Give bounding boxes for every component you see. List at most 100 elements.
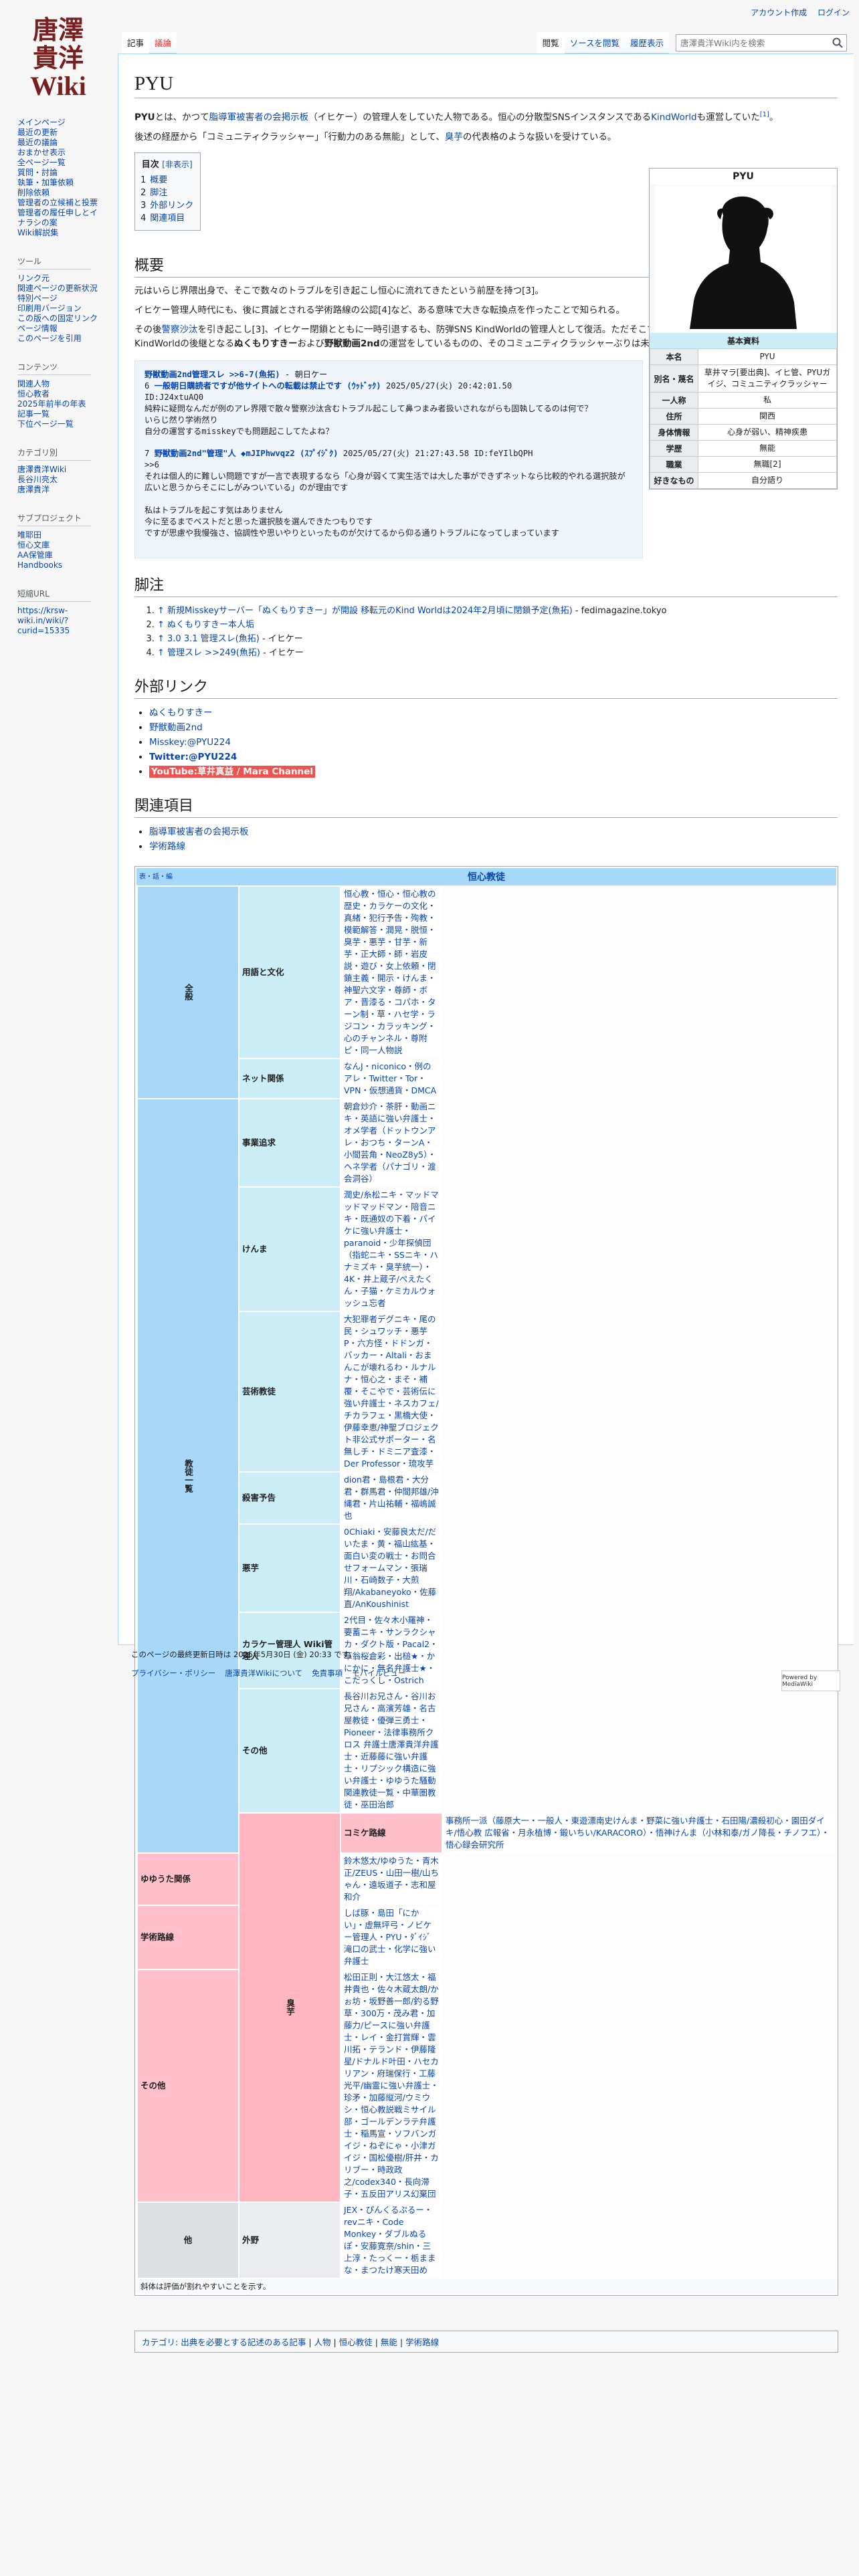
toc-item[interactable]: 4 関連項目 [140,212,193,225]
external-link[interactable]: YouTube:草井真益 / Mara Channel [149,765,315,778]
sidebar-link[interactable]: ナラシの案 [17,218,58,227]
sidebar-link[interactable]: この版への固定リンク [17,314,98,323]
navbox-list[interactable]: 大犯罪者デグニキ・尾の民・シュワッチ・悪芋P・六方怪・ドドンガ・バッカー・Alt… [341,1311,442,1471]
footer-link[interactable]: 唐澤貴洋Wikiについて [225,1669,302,1678]
footer-link[interactable]: モバイルビュー [352,1669,406,1678]
categories-label[interactable]: カテゴリ [142,2337,175,2347]
toc-link[interactable]: 外部リンク [150,201,193,211]
search-input[interactable] [676,35,824,51]
tab-history[interactable]: 履歴表示 [624,32,669,53]
ref-backlink[interactable]: ↑ 3.0 3.1 [157,634,198,644]
sidebar-link[interactable]: このページを引用 [17,334,82,343]
footer-link[interactable]: プライバシー・ポリシー [131,1669,215,1678]
toc-link[interactable]: 脚注 [150,188,167,198]
sidebar-link[interactable]: Handbooks [17,560,62,570]
ref-backlink[interactable]: ↑ [157,620,165,630]
site-logo[interactable]: 唐澤 貴洋 Wiki [19,13,98,101]
login-link[interactable]: ログイン [818,8,850,17]
sidebar-link[interactable]: 唐澤貴洋Wiki [17,465,66,474]
navbox-list[interactable]: 事務所一派（藤原大一・一般人・東遊漂南史けんま・野菜に強い弁護士・石田陽/濃殺初… [443,1813,835,1852]
navbox-list[interactable]: しば豚・島田「にかい」・虚無坪弓・ノビケー管理人・PYU・ﾀﾞｲｼﾞ滝口の武士・… [341,1905,442,1969]
sidebar-link[interactable]: 関連ページの更新状況 [17,284,98,293]
toc-link[interactable]: 概要 [150,175,167,185]
external-link[interactable]: ぬくもりすきー [149,708,213,718]
sidebar-link[interactable]: curid=15335 [17,626,70,635]
footnote-ref[interactable]: [1] [760,111,769,118]
ref-backlink[interactable]: ↑ [157,606,165,616]
sidebar-link[interactable]: 長谷川亮太 [17,475,58,484]
navbox-list[interactable]: 長谷川お兄さん・谷川お兄さん・高濱芳雄・名古屋教徒・優弾三勇士・Pioneer・… [341,1689,442,1812]
ref-link[interactable]: 管理スレ >>249(魚拓) [167,648,260,658]
external-link[interactable]: 野獣動画2nd [149,722,203,733]
sidebar-link[interactable]: AA保管庫 [17,550,53,560]
toc-hide-toggle[interactable]: [非表示] [162,160,192,169]
sidebar-link[interactable]: 下位ページ一覧 [17,419,74,429]
category-link[interactable]: 人物 [314,2337,331,2347]
sidebar-link[interactable]: 関連人物 [17,379,50,389]
sidebar-link[interactable]: 管理者の立候補と投票 [17,198,98,207]
powered-by-mediawiki-badge[interactable]: Powered by MediaWiki [781,1671,840,1691]
sidebar-link[interactable]: 全ページ一覧 [17,158,66,167]
sidebar-link[interactable]: 記事一覧 [17,409,50,419]
category-link[interactable]: 学術路線 [405,2337,439,2347]
navbox-list[interactable]: 松田正則・大江悠太・福井貴也・佐々木蔵太朗/かぉ坊・坂野善一郎/釣る野草・300… [341,1969,442,2202]
sidebar-link[interactable]: ページ情報 [17,324,58,333]
navbox-list[interactable]: 鈴木悠太/ゆゆうた・青木正/ZEUS・山田一樹/山ちゃん・遠坂道子・志和屋和介 [341,1853,442,1905]
tab-view-source[interactable]: ソースを閲覧 [564,32,625,53]
navbox-list[interactable]: JEX・ぴんくるぷるー・revニキ・Code Monkey・ダブルぬるぽ・安藤寛… [341,2202,442,2278]
sidebar-link[interactable]: メインページ [17,118,66,127]
category-link[interactable]: 出典を必要とする記述のある記事 [181,2337,306,2347]
tab-talk[interactable]: 議論 [149,32,177,53]
sidebar-link[interactable]: 最近の議論 [17,138,58,147]
navbox-vde-links[interactable]: 表・話・編 [139,871,173,881]
toc-link[interactable]: 関連項目 [150,213,185,223]
toc-item[interactable]: 3 外部リンク [140,199,193,212]
ref-link[interactable]: 新規Misskeyサーバー「ぬくもりすきー」が開設 移転元のKind World… [167,606,573,616]
sidebar-link[interactable]: 管理者の履任申しとイ [17,208,98,217]
footer-link[interactable]: 免責事項 [312,1669,343,1678]
sidebar-link[interactable]: 執筆・加筆依頼 [17,178,74,187]
search-icon[interactable] [832,37,844,49]
external-link[interactable]: Misskey:@PYU224 [149,737,231,748]
overview-link-police[interactable]: 警察沙汰 [162,324,198,335]
create-account-link[interactable]: アカウント作成 [751,8,807,17]
sidebar-link[interactable]: おまかせ表示 [17,148,66,157]
sidebar-link[interactable]: Wiki解説集 [17,228,58,237]
tab-article[interactable]: 記事 [122,32,150,53]
toc-item[interactable]: 2 脚注 [140,187,193,199]
navbox-list[interactable]: 恒心教・恒心・恒心教の歴史・カラケーの文化・真緒・犯行予告・殉教・模範解答・潤晃… [341,886,442,1058]
intro-link-board[interactable]: 脂導軍被害者の会掲示板 [209,112,309,123]
sidebar-link[interactable]: 恒心教者 [17,389,50,399]
related-link[interactable]: 学術路線 [149,841,185,852]
tab-read[interactable]: 閲覧 [537,32,565,53]
navbox-list[interactable]: 潤史/糸松ニキ・マッドマッドマッドマン・陪音ニキ・既通奴の下着・パイケに強い弁護… [341,1187,442,1311]
navbox-list[interactable]: なんJ・niconico・例のアレ・Twitter・Tor・VPN・仮想通貨・D… [341,1059,442,1098]
ref-backlink[interactable]: ↑ [157,648,165,658]
navbox-title-label[interactable]: 恒心教徒 [468,872,505,883]
external-link[interactable]: Twitter:@PYU224 [149,752,237,762]
sidebar-link[interactable]: 2025年前半の年表 [17,399,86,409]
thread-title-link[interactable]: 野獣動画2nd管理スレ >>6-7(魚拓) [145,370,280,379]
navbox-list[interactable]: 0Chiaki・安藤良太だ/だいたま・黄・福山紘基・面白い変の戦士・お問合せフォ… [341,1524,442,1612]
category-link[interactable]: 無能 [381,2337,397,2347]
sidebar-link[interactable]: リンク元 [17,274,50,283]
sidebar-link[interactable]: 唐澤貴洋 [17,485,50,494]
ref-link[interactable]: ぬくもりすきー本人垢 [167,620,254,630]
toc-item[interactable]: 1 概要 [140,174,193,187]
sidebar-link[interactable]: 最近の更新 [17,128,58,137]
sidebar-link[interactable]: 印刷用バージョン [17,304,82,313]
sidebar-link[interactable]: 質問・討論 [17,168,58,177]
sidebar-link[interactable]: 唯耶田 [17,530,41,540]
category-link[interactable]: 恒心教徒 [339,2337,373,2347]
sidebar-link[interactable]: wiki.in/wiki/? [17,616,68,625]
ref-link[interactable]: 管理スレ(魚拓) [201,634,260,644]
intro-link-kindworld[interactable]: KindWorld [651,112,696,123]
sidebar-link[interactable]: https://krsw- [17,606,68,615]
navbox-list[interactable]: dion君・島根君・大分君・群馬君・仲間邦雄/沖縄君・片山祐輔・福嶋誠也 [341,1472,442,1523]
intro-link-kusaimo[interactable]: 臭芋 [445,132,463,142]
sidebar-link[interactable]: 削除依頼 [17,188,50,197]
navbox-list[interactable]: 朝倉炒介・茶肝・動画ニキ・英語に強い弁護士・オメ学者（ドットウンアレ・おつち・タ… [341,1099,442,1186]
sidebar-link[interactable]: 恒心文庫 [17,540,50,550]
related-link[interactable]: 脂導軍被害者の会掲示板 [149,827,249,837]
sidebar-link[interactable]: 特別ページ [17,294,58,303]
